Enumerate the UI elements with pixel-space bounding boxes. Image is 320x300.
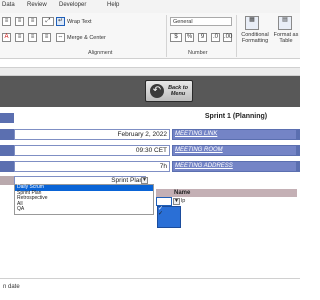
font-color-icon[interactable]: A (2, 33, 11, 42)
merge-icon[interactable]: ⇔ (56, 33, 65, 42)
row-label-bar (0, 145, 14, 156)
back-label-line2: Menu (170, 91, 186, 97)
format-as-table-icon[interactable]: ▤ (278, 16, 292, 30)
time-cell[interactable]: 09:30 CET (14, 145, 170, 156)
tab-data[interactable]: Data (2, 2, 15, 8)
back-arrow-icon: ↶ (150, 84, 164, 98)
comma-style-icon[interactable]: 9 (198, 33, 207, 42)
decrease-decimal-icon[interactable]: .00 (223, 33, 232, 42)
format-as-table-button[interactable]: Format as Table (272, 32, 300, 44)
alignment-group-label: Alignment (88, 50, 113, 56)
align-middle-icon[interactable]: ≡ (15, 17, 24, 26)
number-group-label: Number (188, 50, 208, 56)
back-button-label: Back to Menu (166, 85, 190, 97)
merge-center-button[interactable]: Merge & Center (67, 35, 106, 41)
align-left-icon[interactable]: ≡ (15, 33, 24, 42)
currency-icon[interactable]: $ (170, 33, 182, 42)
percent-icon[interactable]: % (185, 33, 194, 42)
conditional-formatting-button[interactable]: Conditional Formatting (240, 32, 270, 44)
divider (0, 278, 300, 279)
row-header-bar (0, 113, 14, 123)
tab-review[interactable]: Review (27, 2, 47, 8)
date-cell[interactable]: February 2, 2022 (14, 129, 170, 140)
wrap-text-icon[interactable]: ↵ (56, 17, 65, 26)
meeting-link[interactable]: MEETING LINK (172, 129, 297, 140)
column-headers (0, 68, 300, 76)
ribbon-separator-2 (236, 15, 237, 57)
increase-decimal-icon[interactable]: .0 (211, 33, 220, 42)
align-bottom-icon[interactable]: ≡ (28, 17, 37, 26)
align-right-icon[interactable]: ≡ (42, 33, 51, 42)
name-column-header: Name (172, 189, 297, 197)
meeting-type-options: Daily Scrum Sprint Plan Retrospective Al… (14, 184, 154, 215)
chevron-down-icon[interactable]: ▼ (173, 198, 180, 205)
name-cell-value: lp (181, 198, 186, 204)
align-center-icon[interactable]: ≡ (28, 33, 37, 42)
wrap-text-button[interactable]: Wrap Text (67, 19, 92, 25)
meeting-room-link[interactable]: MEETING ROOM (172, 145, 297, 156)
duration-cell[interactable]: 7h (14, 161, 170, 172)
row-label-bar (0, 129, 14, 140)
number-format-dropdown[interactable]: General (170, 17, 232, 26)
option-qa[interactable]: QA (15, 206, 153, 213)
meeting-address-link[interactable]: MEETING ADDRESS (172, 161, 297, 172)
orientation-icon[interactable]: ⤢ (42, 17, 54, 26)
conditional-formatting-icon[interactable]: ▦ (245, 16, 259, 30)
row-right-stub (297, 161, 300, 172)
back-to-menu-button[interactable]: ↶ Back to Menu (145, 80, 193, 102)
row-label-bar (0, 161, 14, 172)
align-top-icon[interactable]: ≡ (2, 17, 11, 26)
sprint-title[interactable]: Sprint 1 (Planning) (172, 112, 300, 122)
chevron-down-icon[interactable]: ▼ (141, 177, 148, 184)
tab-developer[interactable]: Developer (59, 2, 86, 8)
footer-label: n date (3, 284, 20, 290)
formula-bar[interactable] (0, 59, 300, 68)
check-icon[interactable]: ✓ (158, 210, 163, 217)
ribbon: ≡ ≡ ≡ ⤢ ↵ Wrap Text A ≡ ≡ ≡ ⇔ Merge & Ce… (0, 13, 300, 59)
ribbon-tabs: Data Review Developer Help (0, 0, 300, 13)
name-header-left (156, 189, 172, 197)
row-right-stub (297, 129, 300, 140)
row-right-stub (297, 145, 300, 156)
tab-help[interactable]: Help (107, 2, 119, 8)
ribbon-separator (166, 15, 167, 57)
row-label-bar (0, 176, 14, 185)
